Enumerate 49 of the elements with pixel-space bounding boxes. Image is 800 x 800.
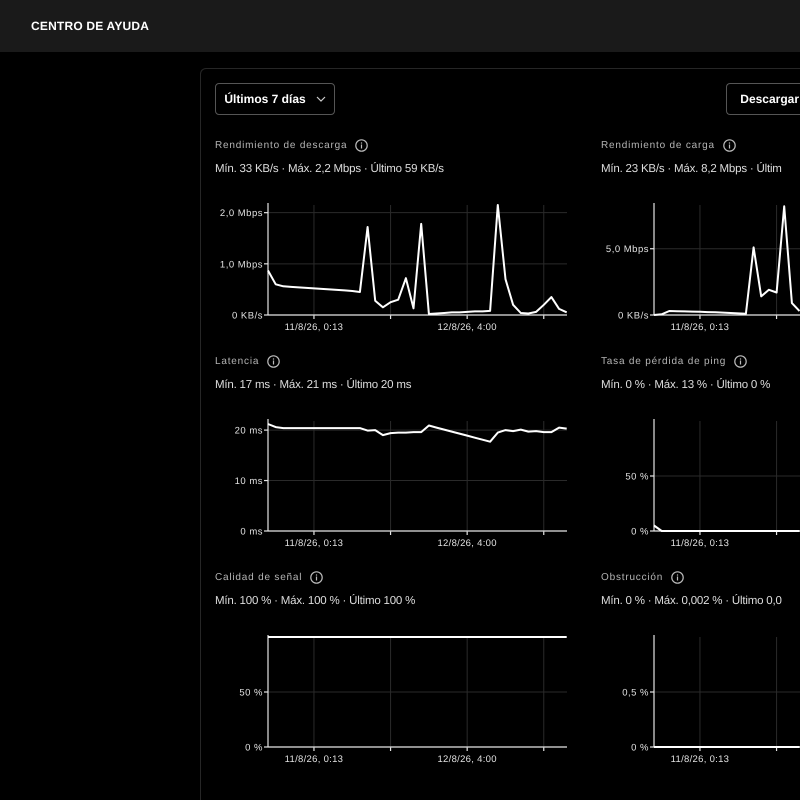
tick-label: 0 % xyxy=(631,526,649,538)
tick-mark xyxy=(776,532,778,535)
info-icon[interactable] xyxy=(671,570,684,584)
tick-label: 11/8/26, 0:13 xyxy=(284,322,344,333)
tick-label: 0 % xyxy=(245,742,263,754)
chart-stats: Mín. 33 KB/s · Máx. 2,2 Mbps · Último 59 KB/s xyxy=(215,161,445,177)
tick-label: 11/8/26, 0:13 xyxy=(284,538,344,549)
chart-stats: Mín. 100 % · Máx. 100 % · Último 100 % xyxy=(215,593,416,609)
tick-label: 11/8/26, 0:13 xyxy=(670,754,730,765)
tick-label: 10 ms xyxy=(234,476,263,488)
tick-label: 50 % xyxy=(239,688,263,698)
chevron-down-icon xyxy=(316,96,326,102)
chart-title: Obstrucción xyxy=(601,570,664,584)
chart-title: Tasa de pérdida de ping xyxy=(601,354,726,368)
chart-title: Rendimiento de descarga xyxy=(215,138,348,152)
info-icon[interactable] xyxy=(734,354,748,368)
info-icon[interactable] xyxy=(355,138,368,152)
tick-label: 11/8/26, 0:13 xyxy=(670,538,730,549)
tick-label: 11/8/26, 0:13 xyxy=(670,322,730,333)
range-dropdown[interactable]: Últimos 7 días xyxy=(215,83,335,115)
tick-label: 12/8/26, 4:00 xyxy=(437,538,497,549)
tick-label: 20 ms xyxy=(234,426,263,437)
tick-label: 2,0 Mbps xyxy=(220,208,263,220)
tick-label: 12/8/26, 4:00 xyxy=(437,322,497,333)
chart-title: Calidad de señal xyxy=(215,570,302,584)
tick-label: 50 % xyxy=(625,472,649,482)
chart-stats: Mín. 0 % · Máx. 0,002 % · Último 0,0 xyxy=(601,593,783,609)
tick-mark xyxy=(776,748,778,751)
chart-stats: Mín. 23 KB/s · Máx. 8,2 Mbps · Últim xyxy=(601,161,783,177)
chart-stats: Mín. 0 % · Máx. 13 % · Último 0 % xyxy=(601,377,772,393)
download-button[interactable]: Descargar xyxy=(726,83,800,115)
chart-stats: Mín. 17 ms · Máx. 21 ms · Último 20 ms xyxy=(215,377,412,393)
nav-link[interactable]: CENTRO DE AYUDA xyxy=(31,17,150,35)
chart-title: Latencia xyxy=(215,354,260,368)
info-icon[interactable] xyxy=(722,138,736,152)
tick-label: 0 KB/s xyxy=(232,310,263,322)
tick-label: 0 KB/s xyxy=(618,310,649,322)
tick-label: 0 % xyxy=(631,742,649,754)
tick-label: 1,0 Mbps xyxy=(220,259,263,270)
info-icon[interactable] xyxy=(267,354,280,368)
tick-label: 0 ms xyxy=(240,526,263,538)
tick-label: 5,0 Mbps xyxy=(606,244,649,256)
tick-label: 0,5 % xyxy=(622,688,649,698)
tick-mark xyxy=(699,532,701,535)
tick-label: 12/8/26, 4:00 xyxy=(437,754,497,765)
chart-title: Rendimiento de carga xyxy=(601,138,715,152)
tick-mark xyxy=(699,748,701,751)
tick-label: 11/8/26, 0:13 xyxy=(284,754,344,765)
info-icon[interactable] xyxy=(310,570,324,584)
